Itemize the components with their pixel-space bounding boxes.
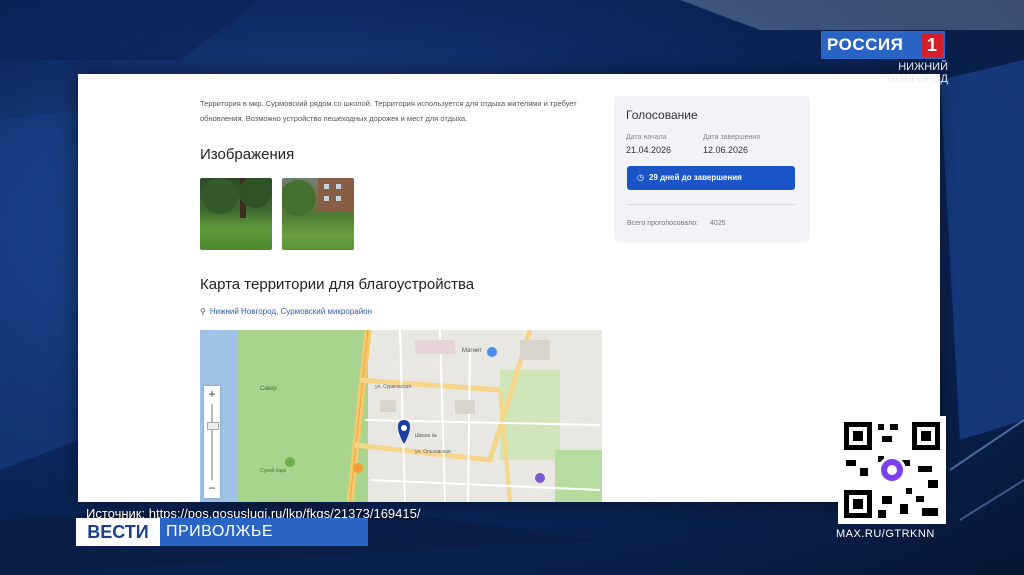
voting-card: Голосование Дата начала 21.04.2026 Дата … xyxy=(614,96,810,242)
vesti-logo: ВЕСТИ xyxy=(76,518,160,546)
map-label-dry-park: Сухой парк xyxy=(260,467,287,474)
map-label-school: Школа № xyxy=(415,433,437,439)
zoom-control[interactable]: + − xyxy=(204,386,220,498)
browser-page: Территория в мкр. Сурмовский рядом со шк… xyxy=(78,74,940,502)
map-canvas[interactable]: Сквер Магнит Школа № Сухой парк ул. Сурм… xyxy=(200,330,602,502)
qr-code xyxy=(838,416,946,524)
map-label-street1: ул. Сурмовская xyxy=(375,384,411,390)
map-widget[interactable]: Сквер Магнит Школа № Сухой парк ул. Сурм… xyxy=(200,330,602,502)
city-caption: НИЖНИЙ НОВГОРОД xyxy=(887,61,948,85)
address-link[interactable]: ⚲ Нижний Новгород, Сурмовский микрорайон xyxy=(200,307,372,316)
start-date-value: 21.04.2026 xyxy=(626,145,672,155)
end-date-label: Дата завершения xyxy=(703,134,761,141)
location-pin-icon: ⚲ xyxy=(200,307,206,316)
end-date-value: 12.06.2026 xyxy=(703,145,749,155)
channel-logo: РОССИЯ 1 xyxy=(821,31,945,59)
channel-number: 1 xyxy=(921,33,943,57)
zoom-slider-track[interactable] xyxy=(211,404,213,480)
map-label-shop: Магнит xyxy=(462,348,482,354)
map-label-park: Сквер xyxy=(260,386,277,392)
divider xyxy=(627,204,795,205)
zoom-in-button[interactable]: + xyxy=(204,386,220,402)
images-heading: Изображения xyxy=(200,146,295,163)
map-label-street2: ул. Ольховская xyxy=(415,449,451,455)
total-votes-value: 4025 xyxy=(710,220,726,227)
days-remaining-label: 29 дней до завершения xyxy=(648,173,742,182)
map-heading: Карта территории для благоустройства xyxy=(200,276,475,293)
description-text: Территория в мкр. Сурмовский рядом со шк… xyxy=(200,99,577,123)
region-label: ПРИВОЛЖЬЕ xyxy=(160,518,368,546)
total-votes-label: Всего проголосовало: xyxy=(627,220,699,227)
zoom-out-button[interactable]: − xyxy=(204,480,220,496)
image-thumbnail-1[interactable] xyxy=(200,178,272,250)
start-date-label: Дата начала xyxy=(626,134,667,141)
channel-name: РОССИЯ xyxy=(827,35,904,54)
qr-caption: MAX.RU/GTRKNN xyxy=(836,528,935,540)
image-thumbnail-2[interactable] xyxy=(282,178,354,250)
zoom-slider-handle[interactable] xyxy=(207,422,219,430)
address-text: Нижний Новгород, Сурмовский микрорайон xyxy=(209,307,373,316)
clock-icon: ◷ xyxy=(637,173,644,182)
park-area xyxy=(238,330,368,502)
days-remaining-button[interactable]: ◷ 29 дней до завершения xyxy=(627,166,795,190)
voting-title: Голосование xyxy=(626,108,698,122)
